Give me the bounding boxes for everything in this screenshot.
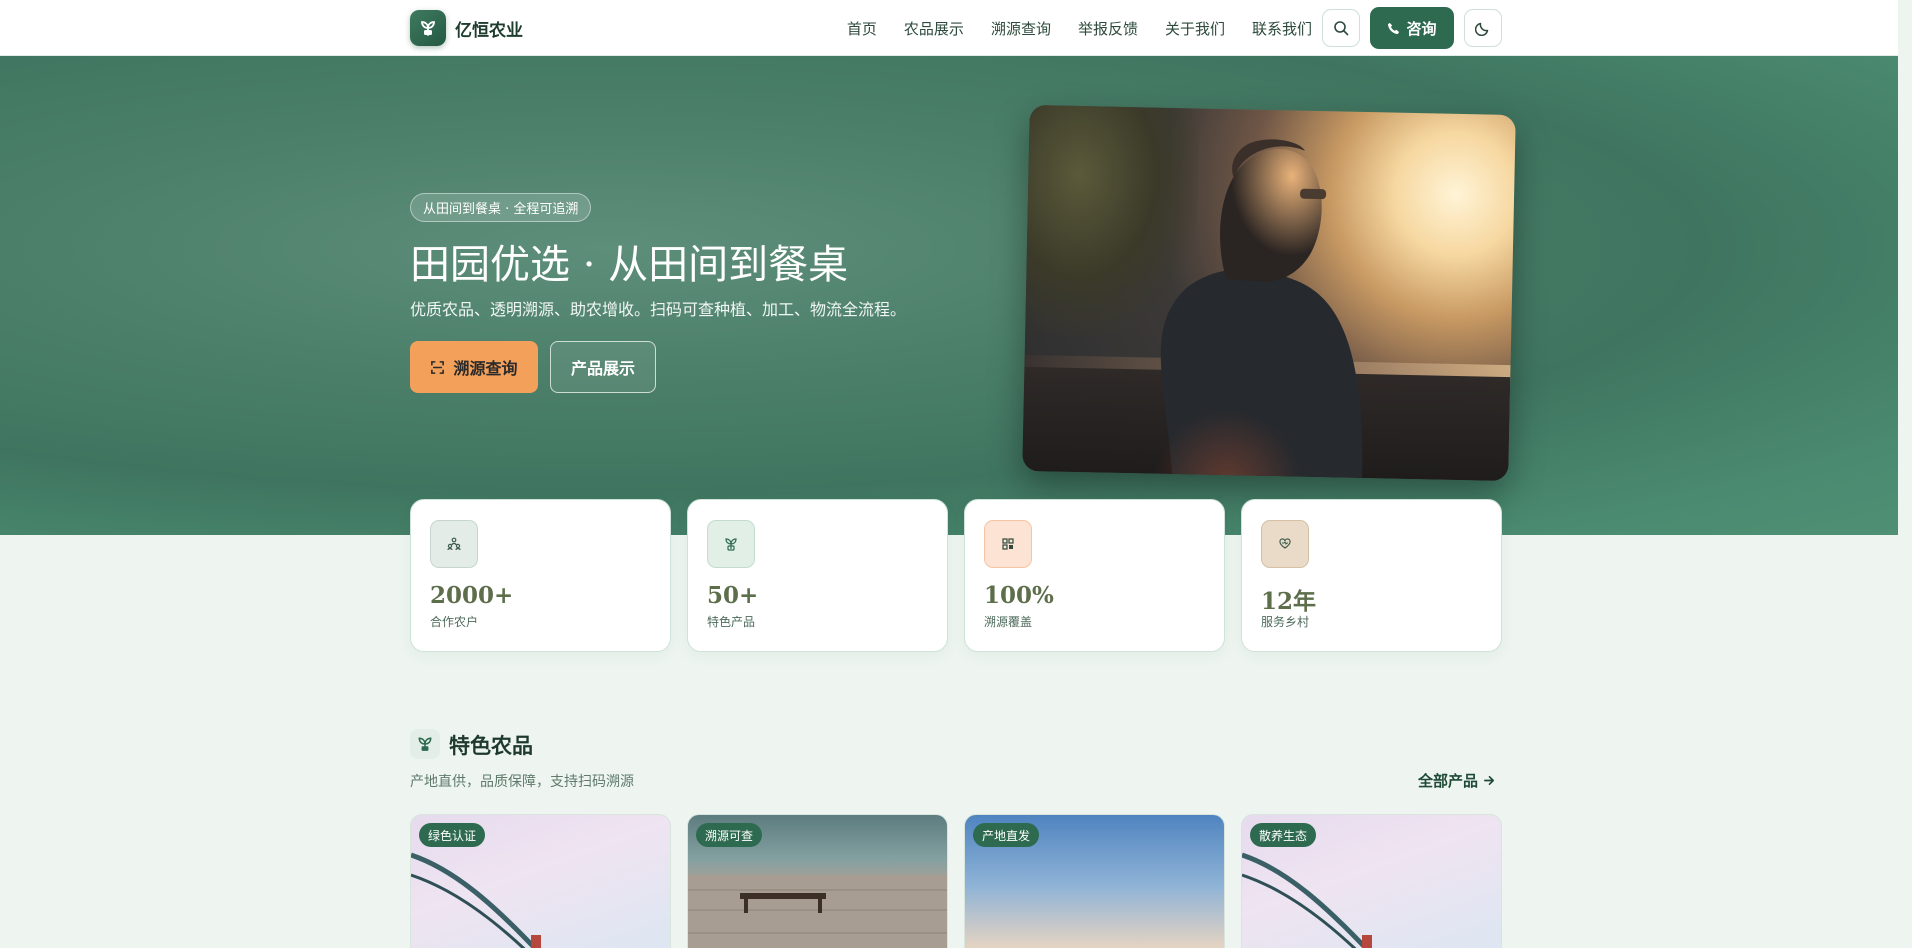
heart-hands-icon <box>1261 520 1309 568</box>
hero-subtitle: 优质农品、透明溯源、助农增收。扫码可查种植、加工、物流全流程。 <box>410 300 907 319</box>
trace-query-label: 溯源查询 <box>453 359 518 378</box>
consult-button[interactable]: 咨询 <box>1370 7 1454 49</box>
theme-toggle-button[interactable] <box>1464 9 1502 47</box>
nav-item-about[interactable]: 关于我们 <box>1165 18 1225 39</box>
stat-label: 合作农户 <box>430 615 479 629</box>
stat-value: 12年 <box>1261 588 1317 615</box>
scan-icon <box>431 360 445 374</box>
product-tag: 绿色认证 <box>419 823 486 847</box>
nav-item-traceability[interactable]: 溯源查询 <box>991 18 1051 39</box>
navbar-inner: 亿恒农业 首页 农品展示 溯源查询 举报反馈 关于我们 联系我们 咨询 <box>410 0 1502 56</box>
stat-value: 2000+ <box>430 582 514 609</box>
product-card[interactable]: 散养生态 <box>1241 814 1502 948</box>
product-tag: 散养生态 <box>1250 823 1317 847</box>
stat-label: 溯源覆盖 <box>984 615 1033 629</box>
brand-name[interactable]: 亿恒农业 <box>455 16 523 41</box>
stat-card-farmers: 2000+ 合作农户 <box>410 499 671 652</box>
farmers-icon <box>430 520 478 568</box>
hero-badge: 从田间到餐桌 · 全程可追溯 <box>410 193 592 222</box>
search-icon <box>1334 21 1349 36</box>
stat-card-service-years: 12年 服务乡村 <box>1241 499 1502 652</box>
section-subtitle: 产地直供，品质保障，支持扫码溯源 <box>410 774 634 790</box>
section-title: 特色农品 <box>449 734 533 758</box>
nav-item-home[interactable]: 首页 <box>847 18 877 39</box>
stat-value: 50+ <box>707 582 759 609</box>
search-button[interactable] <box>1322 9 1360 47</box>
all-products-label: 全部产品 <box>1418 772 1479 790</box>
trace-query-button[interactable]: 溯源查询 <box>410 341 538 393</box>
qr-code-icon <box>984 520 1032 568</box>
product-card[interactable]: 溯源可查 <box>687 814 948 948</box>
stat-card-products: 50+ 特色产品 <box>687 499 948 652</box>
stat-label: 特色产品 <box>707 615 756 629</box>
product-card[interactable]: 产地直发 <box>964 814 1225 948</box>
moon-icon <box>1475 22 1489 36</box>
product-tag: 溯源可查 <box>696 823 763 847</box>
stat-card-traceability: 100% 溯源覆盖 <box>964 499 1225 652</box>
hero-image <box>1022 104 1516 482</box>
all-products-link[interactable]: 全部产品 <box>1418 770 1496 791</box>
nav-item-report[interactable]: 举报反馈 <box>1078 18 1138 39</box>
main-menu: 首页 农品展示 溯源查询 举报反馈 关于我们 联系我们 <box>820 18 1312 39</box>
sprout-icon <box>410 729 440 759</box>
stat-value: 100% <box>984 582 1054 609</box>
stat-label: 服务乡村 <box>1261 615 1310 629</box>
nav-item-contact[interactable]: 联系我们 <box>1252 18 1312 39</box>
product-card[interactable]: 绿色认证 <box>410 814 671 948</box>
hero-title: 田园优选 · 从田间到餐桌 <box>410 242 849 288</box>
hero-section <box>0 56 1898 535</box>
product-showcase-button[interactable]: 产品展示 <box>550 341 656 393</box>
phone-icon <box>1388 22 1400 34</box>
top-navbar: 亿恒农业 首页 农品展示 溯源查询 举报反馈 关于我们 联系我们 咨询 <box>0 0 1898 56</box>
arrow-right-icon <box>1484 775 1495 786</box>
sprout-icon <box>707 520 755 568</box>
nav-item-products[interactable]: 农品展示 <box>904 18 964 39</box>
logo-icon[interactable] <box>410 10 446 46</box>
consult-label: 咨询 <box>1406 19 1437 38</box>
product-tag: 产地直发 <box>973 823 1040 847</box>
